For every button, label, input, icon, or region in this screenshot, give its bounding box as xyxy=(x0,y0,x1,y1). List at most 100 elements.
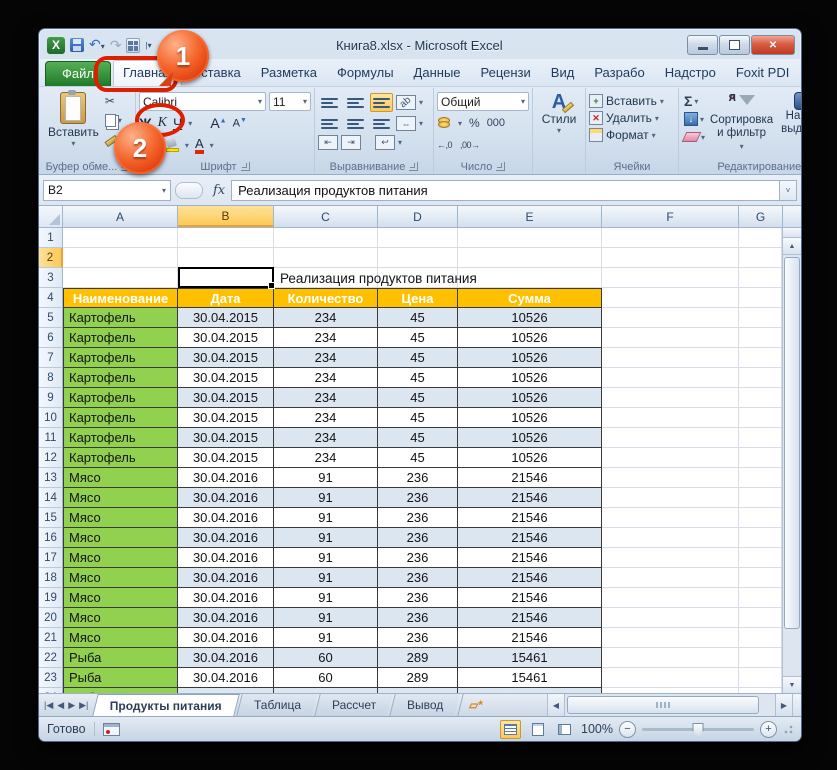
cell-C13[interactable]: 91 xyxy=(274,468,378,488)
currency-format-icon[interactable] xyxy=(437,117,451,129)
cell-D21[interactable]: 236 xyxy=(378,628,458,648)
cell-G15[interactable] xyxy=(739,508,782,528)
row-header-10[interactable]: 10 xyxy=(39,408,63,428)
delete-cells-button[interactable]: ✕Удалить▾ xyxy=(589,111,664,125)
comma-style-button[interactable]: 000 xyxy=(487,117,505,129)
cell-C1[interactable] xyxy=(274,228,378,248)
horizontal-scroll-thumb[interactable] xyxy=(567,696,759,714)
cell-C9[interactable]: 234 xyxy=(274,388,378,408)
cell-A13[interactable]: Мясо xyxy=(63,468,178,488)
expand-formula-bar-icon[interactable]: ˅ xyxy=(779,180,797,201)
row-header-19[interactable]: 19 xyxy=(39,588,63,608)
cell-B16[interactable]: 30.04.2016 xyxy=(178,528,274,548)
cell-D24[interactable]: 289 xyxy=(378,688,458,693)
cell-G16[interactable] xyxy=(739,528,782,548)
save-icon[interactable] xyxy=(70,38,84,52)
cell-E21[interactable]: 21546 xyxy=(458,628,602,648)
sheet-tab-Продукты питания[interactable]: Продукты питания xyxy=(93,694,240,716)
scrollbar-split-handle[interactable] xyxy=(783,228,801,238)
cell-G3[interactable] xyxy=(739,268,782,288)
cell-B12[interactable]: 30.04.2015 xyxy=(178,448,274,468)
column-header-C[interactable]: C xyxy=(274,206,378,227)
cell-C21[interactable]: 91 xyxy=(274,628,378,648)
decrease-decimal-button[interactable]: ,00→ xyxy=(460,140,480,150)
sheet-tab-Рассчет[interactable]: Рассчет xyxy=(315,694,394,716)
cell-C22[interactable]: 60 xyxy=(274,648,378,668)
row-header-1[interactable]: 1 xyxy=(39,228,63,248)
cell-F9[interactable] xyxy=(602,388,739,408)
row-header-2[interactable]: 2 xyxy=(39,248,63,268)
row-header-6[interactable]: 6 xyxy=(39,328,63,348)
font-color-button[interactable]: А xyxy=(195,137,204,154)
dialog-launcher-icon[interactable] xyxy=(409,162,418,171)
cell-B2[interactable] xyxy=(178,248,274,268)
cell-D23[interactable]: 289 xyxy=(378,668,458,688)
row-header-13[interactable]: 13 xyxy=(39,468,63,488)
cell-D2[interactable] xyxy=(378,248,458,268)
italic-button[interactable]: К xyxy=(158,115,167,131)
calculator-icon[interactable] xyxy=(126,38,140,53)
cell-G17[interactable] xyxy=(739,548,782,568)
decrease-indent-button[interactable]: ⇤ xyxy=(318,135,338,150)
cell-B19[interactable]: 30.04.2016 xyxy=(178,588,274,608)
row-header-7[interactable]: 7 xyxy=(39,348,63,368)
insert-worksheet-icon[interactable]: ▱* xyxy=(457,694,493,716)
cell-D17[interactable]: 236 xyxy=(378,548,458,568)
cell-C6[interactable]: 234 xyxy=(274,328,378,348)
font-size-combo[interactable]: 11▾ xyxy=(269,92,311,111)
column-header-B[interactable]: B xyxy=(178,206,274,227)
cell-A9[interactable]: Картофель xyxy=(63,388,178,408)
cell-F12[interactable] xyxy=(602,448,739,468)
row-header-23[interactable]: 23 xyxy=(39,668,63,688)
tab-Разметка[interactable]: Разметка xyxy=(251,60,327,86)
cell-C12[interactable]: 234 xyxy=(274,448,378,468)
sort-filter-button[interactable]: АЯ Сортировка и фильтр▾ xyxy=(710,92,773,159)
cell-F19[interactable] xyxy=(602,588,739,608)
cell-E2[interactable] xyxy=(458,248,602,268)
zoom-slider[interactable] xyxy=(642,728,754,731)
cell-E12[interactable]: 10526 xyxy=(458,448,602,468)
excel-logo-icon[interactable]: X xyxy=(47,37,65,54)
cell-A24[interactable]: Рыба xyxy=(63,688,178,693)
cell-A11[interactable]: Картофель xyxy=(63,428,178,448)
zoom-slider-thumb[interactable] xyxy=(693,723,704,738)
cell-B17[interactable]: 30.04.2016 xyxy=(178,548,274,568)
cell-B8[interactable]: 30.04.2015 xyxy=(178,368,274,388)
cell-D12[interactable]: 45 xyxy=(378,448,458,468)
cut-button[interactable]: ✂ xyxy=(105,93,122,109)
cell-A22[interactable]: Рыба xyxy=(63,648,178,668)
cell-G12[interactable] xyxy=(739,448,782,468)
cell-A5[interactable]: Картофель xyxy=(63,308,178,328)
cell-A7[interactable]: Картофель xyxy=(63,348,178,368)
macro-record-icon[interactable] xyxy=(103,723,120,736)
percent-style-button[interactable]: % xyxy=(469,116,480,130)
cell-A16[interactable]: Мясо xyxy=(63,528,178,548)
cell-A3[interactable] xyxy=(63,268,178,288)
cell-E10[interactable]: 10526 xyxy=(458,408,602,428)
row-header-22[interactable]: 22 xyxy=(39,648,63,668)
cell-A18[interactable]: Мясо xyxy=(63,568,178,588)
cell-F14[interactable] xyxy=(602,488,739,508)
cell-D3[interactable] xyxy=(378,268,458,288)
next-sheet-icon[interactable]: ▶ xyxy=(67,700,76,711)
cell-G21[interactable] xyxy=(739,628,782,648)
tab-Главная[interactable]: Главная xyxy=(113,60,182,86)
cell-G14[interactable] xyxy=(739,488,782,508)
cell-F2[interactable] xyxy=(602,248,739,268)
cell-E23[interactable]: 15461 xyxy=(458,668,602,688)
cell-E15[interactable]: 21546 xyxy=(458,508,602,528)
row-header-18[interactable]: 18 xyxy=(39,568,63,588)
cell-C7[interactable]: 234 xyxy=(274,348,378,368)
cell-E11[interactable]: 10526 xyxy=(458,428,602,448)
cell-G8[interactable] xyxy=(739,368,782,388)
cell-G10[interactable] xyxy=(739,408,782,428)
cell-F21[interactable] xyxy=(602,628,739,648)
cell-C18[interactable]: 91 xyxy=(274,568,378,588)
name-box[interactable]: B2▾ xyxy=(43,180,171,201)
cell-D6[interactable]: 45 xyxy=(378,328,458,348)
cell-E8[interactable]: 10526 xyxy=(458,368,602,388)
horizontal-scrollbar[interactable] xyxy=(564,694,775,716)
zoom-out-icon[interactable]: − xyxy=(619,721,636,738)
cell-A20[interactable]: Мясо xyxy=(63,608,178,628)
align-middle-button[interactable] xyxy=(344,93,367,112)
